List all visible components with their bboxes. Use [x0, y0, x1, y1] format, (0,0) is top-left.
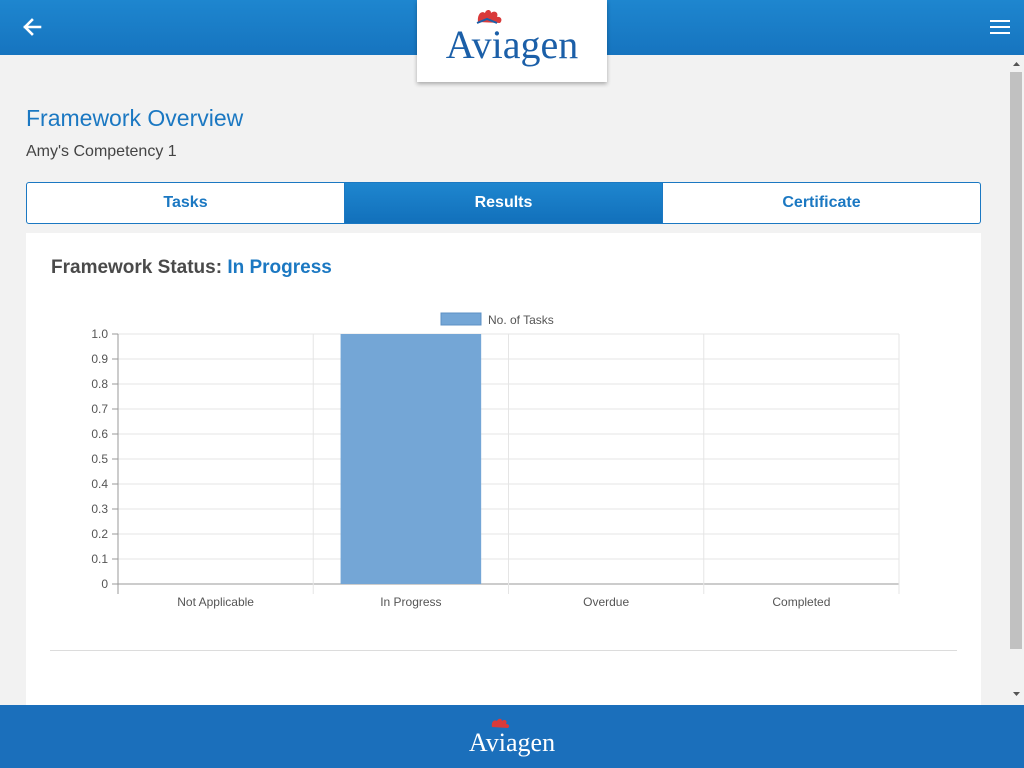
y-tick-label: 0.6 [91, 427, 108, 441]
y-tick-label: 0.7 [91, 402, 108, 416]
y-tick-label: 0.5 [91, 452, 108, 466]
y-tick-label: 0 [101, 577, 108, 591]
y-tick-label: 0.4 [91, 477, 108, 491]
y-tick-label: 0.3 [91, 502, 108, 516]
y-tick-label: 0.2 [91, 527, 108, 541]
legend-label: No. of Tasks [488, 313, 554, 327]
results-card: Framework Status: In Progress 1.0 0.9 0.8 0… [26, 233, 981, 705]
tab-tasks[interactable]: Tasks [26, 182, 345, 224]
tab-bar: Tasks Results Certificate [26, 182, 981, 224]
brand-logo[interactable]: Aviagen [417, 0, 607, 82]
footer: Aviagen [0, 705, 1024, 768]
back-button[interactable] [18, 13, 48, 41]
arrow-left-icon [23, 18, 42, 36]
x-tick-label: Not Applicable [177, 595, 254, 609]
bar [340, 334, 482, 584]
scroll-down-button[interactable] [1009, 687, 1024, 701]
logo-text: Aviagen [446, 22, 579, 67]
tab-certificate[interactable]: Certificate [663, 182, 981, 224]
legend-swatch [440, 312, 482, 326]
menu-button[interactable] [988, 15, 1012, 39]
y-tick-label: 1.0 [91, 327, 108, 341]
scroll-thumb[interactable] [1010, 72, 1022, 649]
x-tick-label: Overdue [583, 595, 629, 609]
hamburger-menu-icon [990, 20, 1010, 34]
x-tick-label: Completed [772, 595, 830, 609]
footer-logo: Aviagen [469, 718, 555, 757]
y-tick-label: 0.8 [91, 377, 108, 391]
tasks-bar-chart: 1.0 0.9 0.8 0.7 0.6 0.5 0.4 0.3 0.2 0.1 0 Not Appli… [91, 312, 900, 609]
y-tick-label: 0.9 [91, 352, 108, 366]
y-tick-label: 0.1 [91, 552, 108, 566]
page-title: Framework Overview [26, 105, 244, 131]
x-tick-label: In Progress [380, 595, 441, 609]
scroll-up-button[interactable] [1009, 57, 1024, 71]
scrollbar[interactable] [1009, 55, 1024, 705]
chevron-up-icon [1013, 62, 1020, 66]
rooster-comb-icon [491, 718, 510, 728]
tab-results[interactable]: Results [345, 182, 663, 224]
chevron-down-icon [1013, 692, 1020, 696]
divider [50, 650, 957, 651]
page-subtitle: Amy's Competency 1 [26, 143, 177, 160]
footer-logo-text: Aviagen [469, 728, 555, 757]
